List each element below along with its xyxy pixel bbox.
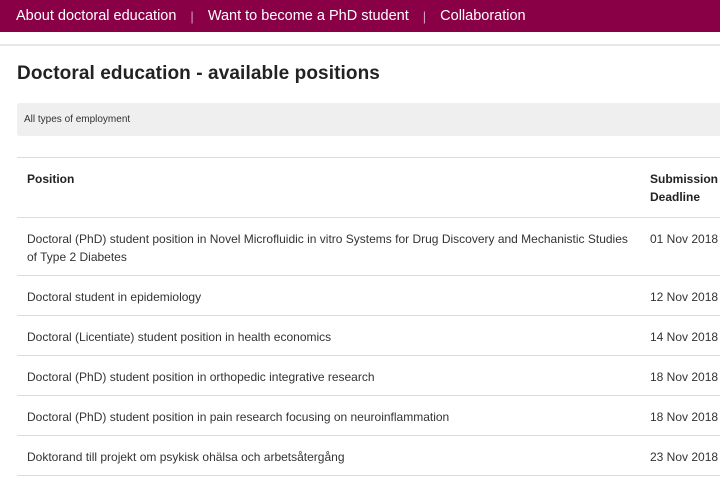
table-row[interactable]: Doctoral (Licentiate) student position i… bbox=[17, 315, 720, 356]
column-header-deadline[interactable]: Submission Deadline bbox=[640, 157, 720, 218]
submission-deadline: 01 Nov 2018 bbox=[640, 217, 720, 276]
submission-deadline: 18 Nov 2018 bbox=[640, 395, 720, 436]
position-title-link[interactable]: Doctoral (PhD) student position in pain … bbox=[17, 395, 640, 436]
position-title-link[interactable]: Doctoral (Licentiate) student position i… bbox=[17, 315, 640, 356]
employment-type-filter[interactable]: All types of employment bbox=[17, 103, 720, 136]
nav-collaboration[interactable]: Collaboration bbox=[440, 8, 525, 24]
submission-deadline: 18 Nov 2018 bbox=[640, 355, 720, 396]
column-header-position[interactable]: Position bbox=[17, 157, 640, 218]
table-row[interactable]: Doctoral student in epidemiology 12 Nov … bbox=[17, 275, 720, 316]
table-row[interactable]: Doctoral (PhD) student position in pain … bbox=[17, 395, 720, 436]
position-title-link[interactable]: Doktorand till projekt om psykisk ohälsa… bbox=[17, 435, 640, 476]
deadline-header-line1: Submission bbox=[650, 172, 719, 186]
table-header-row: Position Submission Deadline bbox=[17, 157, 720, 218]
position-title-link[interactable]: Doctoral student in epidemiology bbox=[17, 275, 640, 316]
positions-table: Position Submission Deadline Doctoral (P… bbox=[17, 157, 720, 476]
position-title-link[interactable]: Doctoral (PhD) student position in Novel… bbox=[17, 217, 640, 276]
top-navigation: About doctoral education | Want to becom… bbox=[0, 0, 720, 32]
table-row[interactable]: Doktorand till projekt om psykisk ohälsa… bbox=[17, 435, 720, 476]
nav-about-doctoral-education[interactable]: About doctoral education bbox=[16, 8, 176, 24]
submission-deadline: 23 Nov 2018 bbox=[640, 435, 720, 476]
table-row[interactable]: Doctoral (PhD) student position in Novel… bbox=[17, 217, 720, 276]
nav-become-phd-student[interactable]: Want to become a PhD student bbox=[208, 8, 409, 24]
table-row[interactable]: Doctoral (PhD) student position in ortho… bbox=[17, 355, 720, 396]
position-title-link[interactable]: Doctoral (PhD) student position in ortho… bbox=[17, 355, 640, 396]
filter-selected-value: All types of employment bbox=[24, 114, 131, 125]
nav-separator: | bbox=[190, 8, 194, 24]
submission-deadline: 14 Nov 2018 bbox=[640, 315, 720, 356]
deadline-header-line2: Deadline bbox=[650, 190, 701, 204]
page-title: Doctoral education - available positions bbox=[17, 63, 380, 84]
header-divider bbox=[0, 44, 720, 46]
submission-deadline: 12 Nov 2018 bbox=[640, 275, 720, 316]
nav-separator: | bbox=[422, 8, 427, 24]
